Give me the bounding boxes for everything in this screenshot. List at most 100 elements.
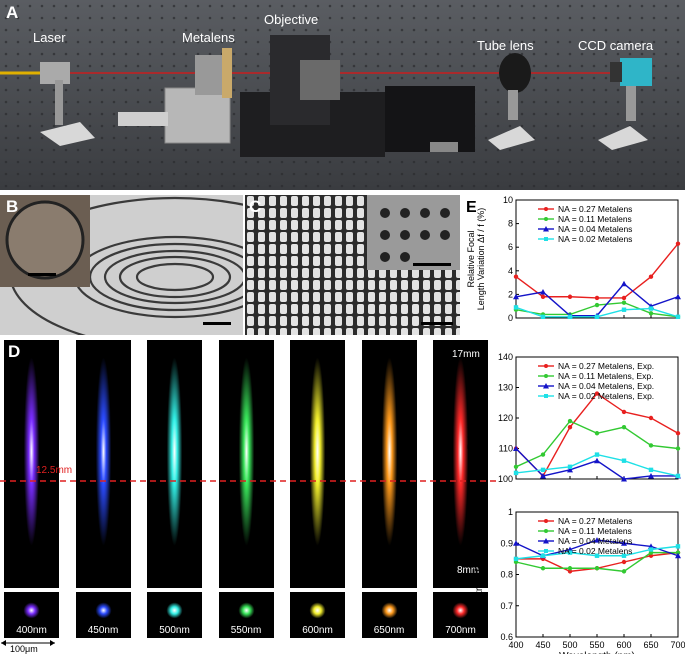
legend-label: NA = 0.04 Metalens, Exp. [558, 381, 654, 391]
focal-spots: 400nm 450nm 500nm 550nm 600nm 650nm 700nm [0, 592, 500, 638]
data-point [540, 566, 546, 571]
ytick-label: 1 [508, 507, 513, 517]
legend-marker [544, 237, 548, 241]
data-point [621, 569, 627, 574]
data-point [540, 314, 546, 320]
objective-label: Objective [264, 12, 319, 27]
data-point [594, 566, 600, 571]
data-point [567, 424, 573, 430]
data-point [540, 467, 546, 473]
metalens-label: Metalens [182, 30, 235, 45]
charts-efg: 0246810ERelative Focal Length Variation Δ… [466, 195, 685, 654]
focal-profiles [0, 340, 500, 588]
ylabel: Strehl Ratio [474, 548, 485, 601]
data-point [567, 418, 573, 424]
xtick-label: 650 [643, 640, 658, 650]
legend-marker [544, 549, 548, 553]
data-point [675, 544, 681, 549]
legend-label: NA = 0.27 Metalens, Exp. [558, 361, 654, 371]
xtick-label: 500 [562, 640, 577, 650]
legend-label: NA = 0.11 Metalens, Exp. [558, 371, 654, 381]
legend-marker [544, 207, 548, 211]
legend-marker [544, 519, 548, 523]
legend-label: NA = 0.27 Metalens [558, 516, 632, 526]
ylabel-line2: Δw_measure / Δw_airy (%) [476, 364, 486, 473]
focal-mid-mark: 12.5mm [36, 465, 73, 476]
ytick-label: 120 [498, 413, 513, 423]
data-point [675, 241, 681, 246]
data-point [648, 547, 654, 552]
data-point [567, 464, 573, 469]
focal-spot-450nm: 450nm [75, 592, 131, 638]
data-point [648, 311, 654, 316]
data-point [648, 443, 654, 448]
data-point [513, 274, 519, 279]
ylabel-line1: Relative Focal [466, 230, 476, 287]
ytick-label: 0.9 [500, 538, 513, 548]
ytick-label: 4 [508, 266, 513, 276]
legend-marker [544, 217, 548, 221]
legend-label: NA = 0.02 Metalens, Exp. [558, 391, 654, 401]
data-point [513, 305, 519, 310]
ytick-label: 130 [498, 383, 513, 393]
xtick-label: 400 [508, 640, 523, 650]
legend-label: NA = 0.02 Metalens [558, 546, 632, 556]
data-point [648, 415, 654, 421]
focal-spot-500nm: 500nm [147, 592, 202, 638]
metalens-sem [0, 195, 243, 335]
legend-marker [544, 364, 548, 368]
ylabel-line2: Length Variation Δf / f (%) [476, 208, 486, 310]
xtick-label: 550 [589, 640, 604, 650]
focal-plane-line [0, 480, 500, 482]
data-point [567, 294, 573, 299]
panel-d: 400nm 450nm 500nm 550nm 600nm 650nm 700nm D 12… [0, 340, 500, 654]
data-point [594, 431, 600, 436]
data-point [648, 274, 654, 279]
focal-spot-550nm: 550nm [218, 592, 274, 638]
setup-render [0, 0, 685, 190]
scalebar-label: 100μm [10, 644, 38, 654]
focal-profile-600nm [290, 340, 345, 588]
data-point [567, 314, 573, 320]
laser-label: Laser [33, 30, 66, 45]
data-point [621, 458, 627, 463]
data-point [594, 302, 600, 308]
legend-marker [544, 394, 548, 398]
nanofin-sem [245, 195, 460, 335]
data-point [513, 556, 519, 562]
wavelength-label: 500nm [159, 625, 190, 636]
data-point [513, 470, 519, 476]
panel-label-F: F [466, 356, 476, 373]
panel-b-label: B [6, 197, 19, 216]
data-point [621, 300, 627, 305]
data-point [594, 314, 600, 320]
ytick-label: 0 [508, 313, 513, 323]
data-point [567, 566, 573, 571]
panel-a: A Laser Metalens Objective Tube lens CCD… [0, 0, 685, 190]
panel-d-label: D [8, 342, 21, 361]
ytick-label: 110 [499, 444, 513, 454]
data-point [675, 473, 681, 479]
ytick-label: 140 [498, 352, 513, 362]
ytick-label: 0.7 [500, 601, 513, 611]
xtick-label: 600 [616, 640, 631, 650]
panel-b: B [0, 195, 243, 335]
data-point [621, 307, 627, 312]
data-point [621, 409, 627, 415]
data-point [540, 452, 546, 457]
ytick-label: 100 [498, 474, 513, 484]
wavelength-label: 400nm [16, 625, 47, 636]
ytick-label: 6 [508, 242, 513, 252]
focal-profile-400nm [4, 340, 59, 588]
wavelength-label: 650nm [373, 625, 405, 636]
data-point [594, 295, 600, 301]
focal-profile-500nm [147, 340, 202, 588]
data-point [675, 314, 681, 320]
focal-spot-650nm: 650nm [361, 592, 417, 638]
ytick-label: 2 [508, 289, 513, 299]
legend-marker [544, 529, 548, 533]
xtick-label: 700 [670, 640, 685, 650]
wavelength-label: 600nm [302, 625, 333, 636]
ccd-camera-label: CCD camera [578, 38, 654, 53]
data-point [621, 295, 627, 301]
